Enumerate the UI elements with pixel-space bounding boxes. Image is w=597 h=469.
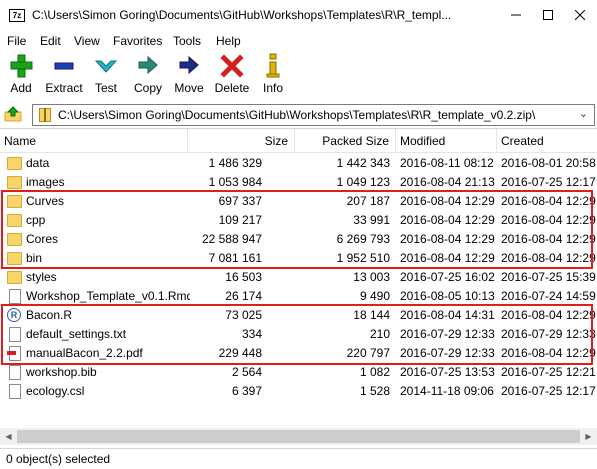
folder-icon xyxy=(7,176,22,189)
cell-packed-size: 1 442 343 xyxy=(336,156,390,170)
file-list: Name Size Packed Size Modified Created d… xyxy=(0,128,597,445)
minimize-icon xyxy=(511,14,521,16)
menu-edit[interactable]: Edit xyxy=(40,34,61,48)
address-bar: C:\Users\Simon Goring\Documents\GitHub\W… xyxy=(0,101,597,127)
cell-modified: 2016-07-25 16:02 xyxy=(400,270,495,284)
column-header-name[interactable]: Name xyxy=(0,129,188,153)
folder-icon xyxy=(7,157,22,170)
cell-name: ecology.csl xyxy=(26,384,85,398)
cell-name: data xyxy=(26,156,50,170)
menu-help[interactable]: Help xyxy=(216,34,241,48)
up-folder-button[interactable] xyxy=(4,106,22,122)
cell-created: 2016-07-25 15:39 xyxy=(501,270,596,284)
7zip-app-icon: 7z xyxy=(9,9,25,22)
chevron-down-icon[interactable]: ⌄ xyxy=(579,107,588,120)
maximize-icon xyxy=(543,10,553,20)
up-arrow-icon xyxy=(4,106,22,122)
scroll-left-icon[interactable]: ◀ xyxy=(0,428,17,445)
info-button[interactable]: Info xyxy=(261,52,285,98)
menu-bar: File Edit View Favorites Tools Help xyxy=(0,30,597,50)
menu-file[interactable]: File xyxy=(7,34,26,48)
window-title: C:\Users\Simon Goring\Documents\GitHub\W… xyxy=(32,8,452,22)
extract-button[interactable]: Extract xyxy=(44,52,84,98)
move-arrow-icon xyxy=(179,55,199,75)
cell-packed-size: 13 003 xyxy=(353,270,390,284)
cell-size: 2 564 xyxy=(231,365,262,379)
cell-modified: 2016-07-25 13:53 xyxy=(400,365,495,379)
cell-modified: 2014-11-18 09:06 xyxy=(400,384,494,398)
table-row[interactable]: data 1 486 329 1 442 343 2016-08-11 08:12 20… xyxy=(0,154,597,173)
delete-button[interactable]: Delete xyxy=(214,52,250,98)
document-icon xyxy=(9,384,21,399)
copy-label: Copy xyxy=(133,81,162,95)
move-button[interactable]: Move xyxy=(173,52,205,98)
info-label: Info xyxy=(262,81,283,95)
status-bar: 0 object(s) selected xyxy=(0,448,597,469)
table-row[interactable]: workshop.bib 2 564 1 082 2016-07-25 13:53 20… xyxy=(0,363,597,382)
cell-created: 2016-08-01 20:58 xyxy=(501,156,596,170)
cell-name: styles xyxy=(26,270,57,284)
close-button[interactable] xyxy=(565,4,595,26)
maximize-button[interactable] xyxy=(533,4,563,26)
title-bar: 7z C:\Users\Simon Goring\Documents\GitHu… xyxy=(0,0,597,30)
copy-arrow-icon xyxy=(138,55,158,75)
test-label: Test xyxy=(94,81,117,95)
move-label: Move xyxy=(174,81,204,95)
close-icon xyxy=(574,9,586,21)
info-icon xyxy=(266,53,280,78)
document-icon xyxy=(9,365,21,380)
test-button[interactable]: Test xyxy=(92,52,120,98)
menu-favorites[interactable]: Favorites xyxy=(113,34,162,48)
menu-view[interactable]: View xyxy=(74,34,100,48)
cell-created: 2016-07-25 12:17 xyxy=(501,384,596,398)
scroll-right-icon[interactable]: ▶ xyxy=(580,428,597,445)
status-text: 0 object(s) selected xyxy=(6,452,111,466)
toolbar: Add Extract Test Copy Move Delete Info xyxy=(0,50,597,100)
highlight-box-folders xyxy=(1,190,593,269)
cell-packed-size: 1 082 xyxy=(359,365,390,379)
cell-size: 1 486 329 xyxy=(208,156,262,170)
app-window: 7z C:\Users\Simon Goring\Documents\GitHu… xyxy=(0,0,597,469)
delete-label: Delete xyxy=(214,81,250,95)
highlight-box-files xyxy=(1,304,593,365)
plus-icon xyxy=(10,54,33,78)
zip-archive-icon xyxy=(39,108,51,122)
folder-icon xyxy=(7,271,22,284)
table-row[interactable]: ecology.csl 6 397 1 528 2014-11-18 09:06 201… xyxy=(0,382,597,401)
column-header-size[interactable]: Size xyxy=(188,129,295,153)
document-icon xyxy=(9,289,21,304)
scrollbar-thumb[interactable] xyxy=(17,430,580,443)
add-button[interactable]: Add xyxy=(6,52,36,98)
cell-size: 6 397 xyxy=(231,384,262,398)
cell-modified: 2016-08-11 08:12 xyxy=(400,156,494,170)
delete-x-icon xyxy=(220,54,244,78)
address-field[interactable]: C:\Users\Simon Goring\Documents\GitHub\W… xyxy=(32,104,595,126)
column-header-modified[interactable]: Modified xyxy=(396,129,497,153)
minimize-button[interactable] xyxy=(501,4,531,26)
cell-created: 2016-07-25 12:21 xyxy=(501,365,596,379)
cell-packed-size: 1 528 xyxy=(359,384,390,398)
cell-size: 16 503 xyxy=(225,270,262,284)
address-path: C:\Users\Simon Goring\Documents\GitHub\W… xyxy=(58,108,536,122)
copy-button[interactable]: Copy xyxy=(132,52,164,98)
extract-label: Extract xyxy=(45,81,83,95)
horizontal-scrollbar[interactable]: ◀ ▶ xyxy=(0,428,597,445)
minus-icon xyxy=(54,62,74,70)
menu-tools[interactable]: Tools xyxy=(173,34,201,48)
add-label: Add xyxy=(10,81,32,95)
column-header-packed-size[interactable]: Packed Size xyxy=(295,129,396,153)
check-icon xyxy=(94,60,118,73)
list-header: Name Size Packed Size Modified Created xyxy=(0,129,597,153)
cell-name: workshop.bib xyxy=(26,365,97,379)
column-header-created[interactable]: Created xyxy=(497,129,597,153)
table-row[interactable]: styles 16 503 13 003 2016-07-25 16:02 2016-0… xyxy=(0,268,597,287)
